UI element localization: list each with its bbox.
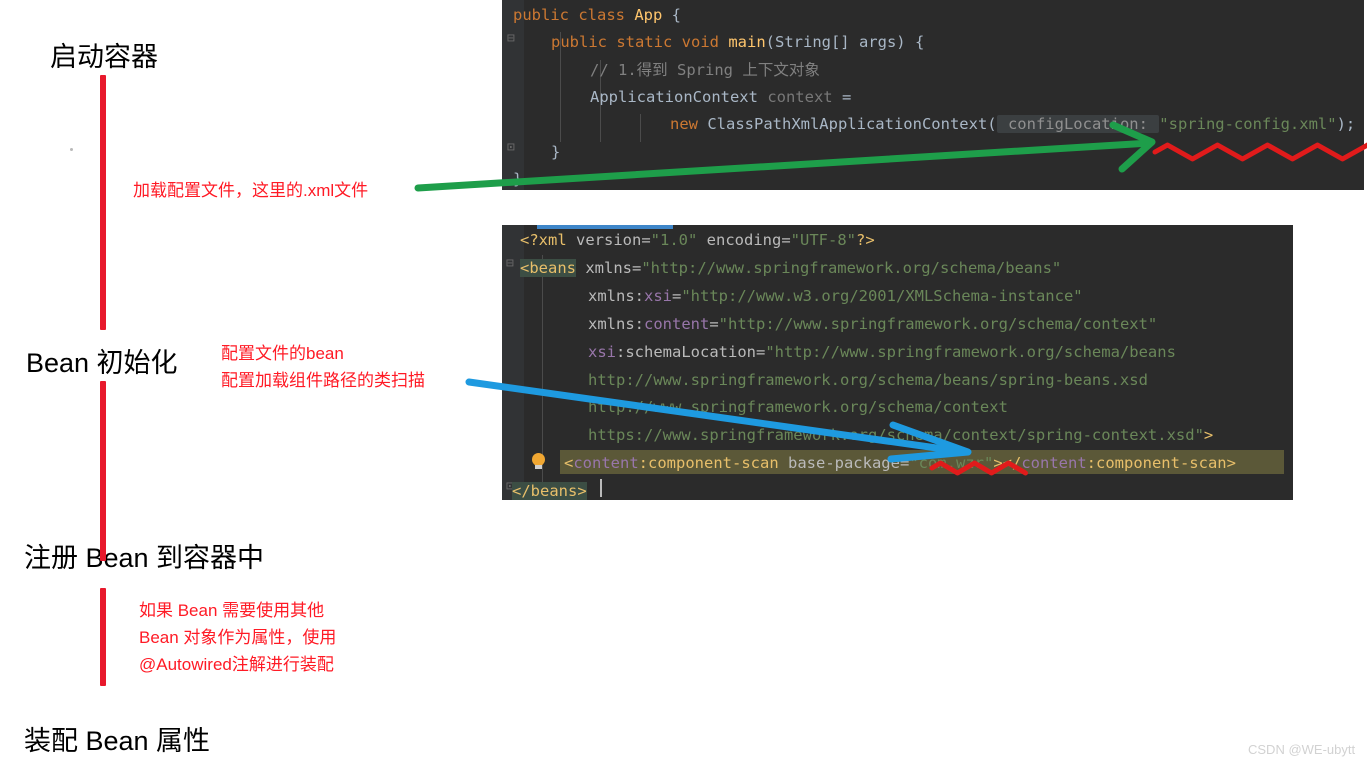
code-line[interactable]: <beans xmlns="http://www.springframework…: [502, 258, 1061, 278]
code-token: public: [513, 6, 579, 24]
code-line[interactable]: }: [502, 142, 560, 162]
code-token: static: [616, 33, 682, 51]
stage-label: Bean 初始化: [26, 348, 178, 378]
code-token: ApplicationContext: [590, 88, 768, 106]
code-line[interactable]: new ClassPathXmlApplicationContext( conf…: [502, 114, 1355, 134]
code-token: =: [709, 315, 719, 333]
code-line[interactable]: // 1.得到 Spring 上下文对象: [502, 60, 820, 80]
csdn-watermark: CSDN @WE-ubytt: [1248, 742, 1356, 757]
code-token: content: [644, 315, 710, 333]
code-token: "com.wzr": [909, 454, 994, 472]
code-token: <?xml: [520, 231, 576, 249]
timeline-bar: [100, 588, 106, 686]
code-line[interactable]: </beans>: [502, 481, 587, 500]
code-token: :schemaLocation=: [616, 343, 766, 361]
code-token: <beans: [520, 259, 576, 277]
code-token: "http://www.springframework.org/schema/b…: [641, 259, 1062, 277]
decorative-dot: [70, 148, 73, 151]
code-line[interactable]: https://www.springframework.org/schema/c…: [502, 425, 1213, 445]
code-token: http://www.springframework.org/schema/be…: [588, 371, 1148, 389]
code-token: =: [841, 88, 852, 106]
code-token: "UTF-8": [790, 231, 856, 249]
code-token: "http://www.springframework.org/schema/c…: [718, 315, 1158, 333]
code-line[interactable]: }: [502, 169, 522, 189]
code-token: </beans>: [512, 482, 587, 500]
code-token: main: [728, 33, 766, 51]
note-autowired: @Autowired注解进行装配: [139, 655, 334, 674]
code-token: xsi: [588, 343, 616, 361]
code-token: public: [551, 33, 617, 51]
timeline-bar: [100, 381, 106, 561]
code-line[interactable]: http://www.springframework.org/schema/be…: [502, 370, 1148, 390]
code-token: void: [681, 33, 729, 51]
code-line[interactable]: public class App {: [502, 5, 681, 25]
code-token: content: [1021, 454, 1087, 472]
code-token: }: [513, 170, 523, 188]
code-token: ?>: [855, 231, 875, 249]
text-caret: [600, 479, 602, 497]
code-line[interactable]: xmlns:xsi="http://www.w3.org/2001/XMLSch…: [502, 286, 1083, 306]
code-line[interactable]: <content:component-scan base-package="co…: [502, 453, 1236, 473]
code-token: xmlns:: [588, 315, 644, 333]
code-line[interactable]: <?xml version="1.0" encoding="UTF-8"?>: [502, 230, 875, 250]
code-token: new: [670, 115, 708, 133]
code-token: xsi: [644, 287, 672, 305]
code-line[interactable]: ApplicationContext context =: [502, 87, 851, 107]
note-load-config: 加载配置文件，这里的.xml文件: [133, 181, 369, 200]
note-autowired: Bean 对象作为属性，使用: [139, 628, 337, 647]
code-token: >: [993, 454, 1003, 472]
code-token: (String[] args) {: [765, 33, 925, 51]
code-token: >: [1203, 426, 1214, 444]
code-token: :component-scan: [638, 454, 779, 472]
code-line[interactable]: xsi:schemaLocation="http://www.springfra…: [502, 342, 1176, 362]
code-token: // 1.得到 Spring 上下文对象: [590, 61, 820, 79]
code-token: xmlns=: [576, 259, 642, 277]
editor-scroll-indicator[interactable]: [537, 225, 673, 229]
code-token: context: [767, 88, 842, 106]
code-line[interactable]: public static void main(String[] args) {: [502, 32, 924, 52]
stage-label: 注册 Bean 到容器中: [24, 543, 265, 573]
code-token: =: [672, 287, 682, 305]
code-token: App: [634, 6, 672, 24]
code-token: configLocation:: [996, 115, 1160, 133]
code-token: "spring-config.xml": [1159, 115, 1337, 133]
code-line[interactable]: http://www.springframework.org/schema/co…: [502, 397, 1008, 417]
code-token: class: [578, 6, 635, 24]
code-token: <: [564, 454, 574, 472]
code-token: ClassPathXmlApplicationContext: [707, 115, 988, 133]
stage-label: 启动容器: [50, 42, 158, 72]
timeline-bar: [100, 75, 106, 330]
xml-config-editor[interactable]: ⊟ ⊡ <?xml version="1.0" encoding="UTF-8"…: [502, 225, 1293, 500]
note-autowired: 如果 Bean 需要使用其他: [139, 601, 325, 620]
code-token: xmlns:: [588, 287, 644, 305]
java-code-editor[interactable]: ⊟ ⊡ public class App {public static void…: [502, 0, 1364, 190]
code-token: (: [987, 115, 997, 133]
code-token: );: [1336, 115, 1356, 133]
code-token: http://www.springframework.org/schema/co…: [588, 398, 1008, 416]
stage-label: 装配 Bean 属性: [24, 726, 211, 756]
code-token: "http://www.springframework.org/schema/b…: [765, 343, 1176, 361]
code-token: }: [551, 143, 561, 161]
code-token: </: [1002, 454, 1022, 472]
code-token: https://www.springframework.org/schema/c…: [588, 426, 1204, 444]
code-line[interactable]: xmlns:content="http://www.springframewor…: [502, 314, 1157, 334]
code-token: version=: [576, 231, 651, 249]
code-token: "1.0": [650, 231, 698, 249]
note-bean-config: 配置加载组件路径的类扫描: [221, 371, 425, 390]
code-token: content: [573, 454, 639, 472]
code-token: base-package=: [778, 454, 910, 472]
code-token: "http://www.w3.org/2001/XMLSchema-instan…: [681, 287, 1083, 305]
code-token: {: [671, 6, 681, 24]
note-bean-config: 配置文件的bean: [221, 344, 344, 363]
code-token: encoding=: [697, 231, 791, 249]
code-token: :component-scan>: [1086, 454, 1236, 472]
